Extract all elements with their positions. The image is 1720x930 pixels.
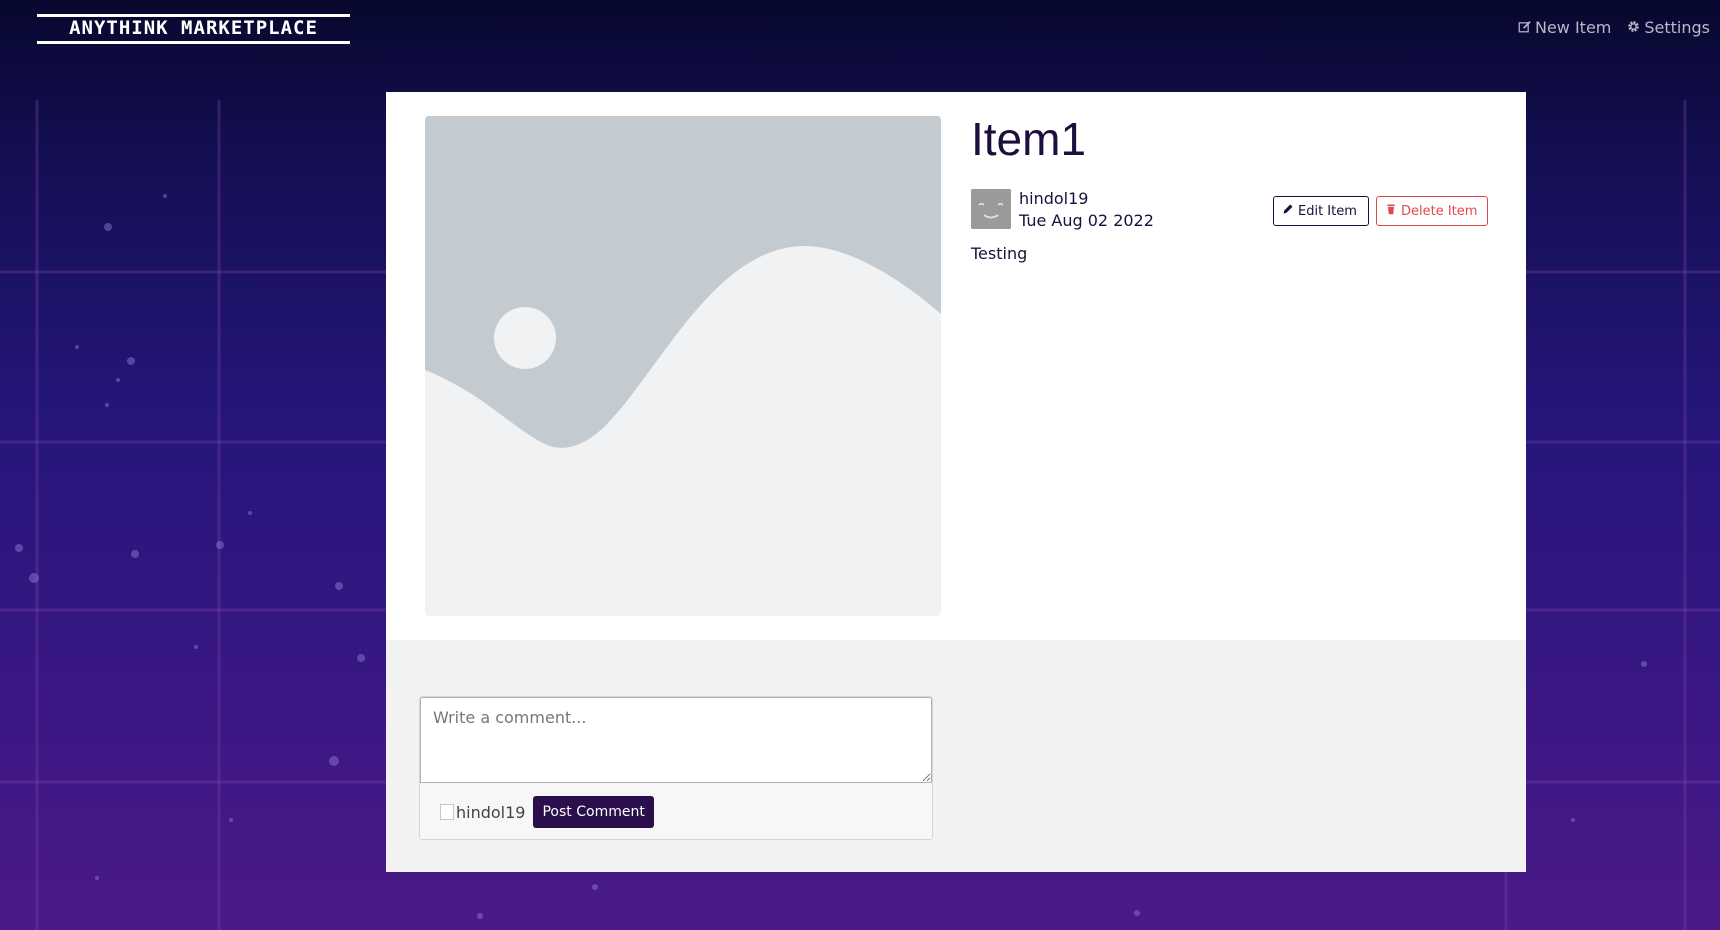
item-description: Testing [971,244,1028,263]
delete-item-label: Delete Item [1401,203,1478,219]
nav-link-settings[interactable]: Settings [1627,18,1710,37]
author-username[interactable]: hindol19 [1019,189,1154,208]
avatar-alt-text: hindol19 [456,802,526,822]
image-placeholder-icon [425,116,941,616]
edit-icon [1518,18,1531,37]
edit-item-button[interactable]: Edit Item [1273,196,1369,226]
brand-text: ANYTHINK MARKETPLACE [69,17,318,39]
author-info: hindol19 Tue Aug 02 2022 [1019,189,1154,230]
smiley-avatar-icon[interactable] [971,189,1011,229]
item-date: Tue Aug 02 2022 [1019,211,1154,230]
item-title: Item1 [971,113,1087,165]
item-meta: hindol19 Tue Aug 02 2022 [971,189,1154,230]
nav-link-new-item[interactable]: New Item [1518,18,1611,37]
trash-icon [1385,203,1397,219]
post-comment-button[interactable]: Post Comment [533,796,654,828]
item-card: Item1 hindol19 Tue Aug 02 2022 Edit Item… [386,92,1526,872]
comment-footer: hindol19 Post Comment [440,796,654,828]
nav-link-label: New Item [1534,18,1612,37]
brand-logo[interactable]: ANYTHINK MARKETPLACE [37,14,350,44]
comments-section: hindol19 Post Comment [386,640,1526,872]
navbar: ANYTHINK MARKETPLACE New Item Settings [0,0,1720,60]
delete-item-button[interactable]: Delete Item [1376,196,1488,226]
gear-icon [1627,18,1640,37]
pencil-icon [1282,203,1294,219]
edit-item-label: Edit Item [1298,203,1357,219]
logo-bar-bottom [37,41,350,44]
nav-link-label: Settings [1644,18,1710,37]
comment-author-avatar: hindol19 [440,803,525,822]
comment-form: hindol19 Post Comment [419,696,933,840]
nav-links: New Item Settings [1518,18,1710,37]
comment-input[interactable] [420,697,932,783]
broken-image-icon [440,804,454,820]
